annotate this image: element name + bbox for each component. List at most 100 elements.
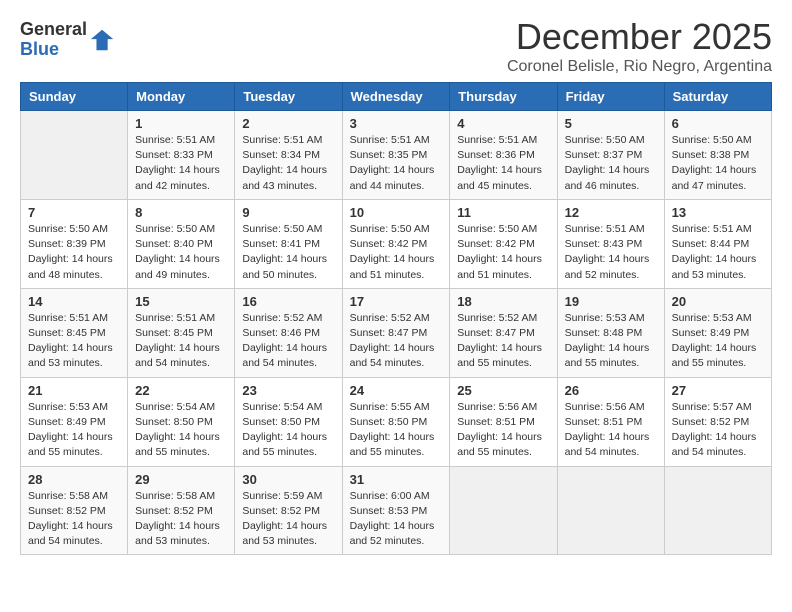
- calendar-cell: 5Sunrise: 5:50 AM Sunset: 8:37 PM Daylig…: [557, 111, 664, 200]
- calendar-cell: 9 Sunrise: 5:50 AM Sunset: 8:41 PM Daylig…: [235, 199, 342, 288]
- day-content: Sunrise: 5:51 AM Sunset: 8:35 PM Dayligh…: [350, 133, 443, 194]
- day-number: 20: [672, 294, 764, 309]
- calendar-cell: 12 Sunrise: 5:51 AM Sunset: 8:43 PM Dayli…: [557, 199, 664, 288]
- day-content: Sunrise: 5:50 AM Sunset: 8:38 PM Dayligh…: [672, 133, 764, 194]
- calendar-cell: 10 Sunrise: 5:50 AM Sunset: 8:42 PM Dayli…: [342, 199, 450, 288]
- day-number: 27: [672, 383, 764, 398]
- day-content: Sunrise: 5:58 AM Sunset: 8:52 PM Dayligh…: [28, 489, 120, 550]
- calendar-cell: 25Sunrise: 5:56 AM Sunset: 8:51 PM Dayli…: [450, 377, 557, 466]
- day-number: 29: [135, 472, 227, 487]
- weekday-header: Tuesday: [235, 83, 342, 111]
- day-content: Sunrise: 5:50 AM Sunset: 8:41 PM Dayligh…: [242, 222, 334, 283]
- logo-general: General: [20, 20, 87, 40]
- calendar-cell: 24Sunrise: 5:55 AM Sunset: 8:50 PM Dayli…: [342, 377, 450, 466]
- calendar-cell: [450, 466, 557, 555]
- calendar-cell: 30 Sunrise: 5:59 AM Sunset: 8:52 PM Dayli…: [235, 466, 342, 555]
- day-content: Sunrise: 5:53 AM Sunset: 8:49 PM Dayligh…: [28, 400, 120, 461]
- day-number: 14: [28, 294, 120, 309]
- day-content: Sunrise: 5:53 AM Sunset: 8:48 PM Dayligh…: [565, 311, 657, 372]
- day-content: Sunrise: 5:52 AM Sunset: 8:46 PM Dayligh…: [242, 311, 334, 372]
- subtitle: Coronel Belisle, Rio Negro, Argentina: [507, 58, 772, 76]
- day-content: Sunrise: 5:50 AM Sunset: 8:39 PM Dayligh…: [28, 222, 120, 283]
- day-content: Sunrise: 5:51 AM Sunset: 8:45 PM Dayligh…: [28, 311, 120, 372]
- day-number: 19: [565, 294, 657, 309]
- day-number: 21: [28, 383, 120, 398]
- calendar-cell: 26 Sunrise: 5:56 AM Sunset: 8:51 PM Dayli…: [557, 377, 664, 466]
- calendar-cell: 2 Sunrise: 5:51 AM Sunset: 8:34 PM Daylig…: [235, 111, 342, 200]
- day-number: 23: [242, 383, 334, 398]
- calendar-cell: 3 Sunrise: 5:51 AM Sunset: 8:35 PM Daylig…: [342, 111, 450, 200]
- day-content: Sunrise: 5:51 AM Sunset: 8:34 PM Dayligh…: [242, 133, 334, 194]
- day-number: 2: [242, 116, 334, 131]
- weekday-header: Saturday: [664, 83, 771, 111]
- day-number: 17: [350, 294, 443, 309]
- calendar-week-row: 21 Sunrise: 5:53 AM Sunset: 8:49 PM Dayli…: [21, 377, 772, 466]
- day-number: 10: [350, 205, 443, 220]
- day-content: Sunrise: 5:53 AM Sunset: 8:49 PM Dayligh…: [672, 311, 764, 372]
- weekday-header: Sunday: [21, 83, 128, 111]
- weekday-header: Thursday: [450, 83, 557, 111]
- weekday-header: Friday: [557, 83, 664, 111]
- day-content: Sunrise: 6:00 AM Sunset: 8:53 PM Dayligh…: [350, 489, 443, 550]
- day-content: Sunrise: 5:51 AM Sunset: 8:44 PM Dayligh…: [672, 222, 764, 283]
- calendar-cell: 28 Sunrise: 5:58 AM Sunset: 8:52 PM Dayli…: [21, 466, 128, 555]
- day-content: Sunrise: 5:52 AM Sunset: 8:47 PM Dayligh…: [457, 311, 549, 372]
- calendar-cell: 21 Sunrise: 5:53 AM Sunset: 8:49 PM Dayli…: [21, 377, 128, 466]
- calendar-cell: 27 Sunrise: 5:57 AM Sunset: 8:52 PM Dayli…: [664, 377, 771, 466]
- day-content: Sunrise: 5:50 AM Sunset: 8:42 PM Dayligh…: [457, 222, 549, 283]
- calendar-cell: 16 Sunrise: 5:52 AM Sunset: 8:46 PM Dayli…: [235, 288, 342, 377]
- day-number: 24: [350, 383, 443, 398]
- day-number: 28: [28, 472, 120, 487]
- day-number: 3: [350, 116, 443, 131]
- day-content: Sunrise: 5:54 AM Sunset: 8:50 PM Dayligh…: [242, 400, 334, 461]
- day-number: 6: [672, 116, 764, 131]
- calendar-header-row: SundayMondayTuesdayWednesdayThursdayFrid…: [21, 83, 772, 111]
- calendar-week-row: 7 Sunrise: 5:50 AM Sunset: 8:39 PM Daylig…: [21, 199, 772, 288]
- day-number: 9: [242, 205, 334, 220]
- day-number: 4: [457, 116, 549, 131]
- day-number: 26: [565, 383, 657, 398]
- day-number: 11: [457, 205, 549, 220]
- day-number: 12: [565, 205, 657, 220]
- day-number: 13: [672, 205, 764, 220]
- header: General Blue December 2025 Coronel Belis…: [20, 16, 772, 76]
- day-content: Sunrise: 5:51 AM Sunset: 8:43 PM Dayligh…: [565, 222, 657, 283]
- day-number: 15: [135, 294, 227, 309]
- calendar-cell: 4 Sunrise: 5:51 AM Sunset: 8:36 PM Daylig…: [450, 111, 557, 200]
- weekday-header: Wednesday: [342, 83, 450, 111]
- day-number: 22: [135, 383, 227, 398]
- calendar-cell: 20 Sunrise: 5:53 AM Sunset: 8:49 PM Dayli…: [664, 288, 771, 377]
- calendar-cell: 31Sunrise: 6:00 AM Sunset: 8:53 PM Dayli…: [342, 466, 450, 555]
- day-content: Sunrise: 5:52 AM Sunset: 8:47 PM Dayligh…: [350, 311, 443, 372]
- calendar-body: 1Sunrise: 5:51 AM Sunset: 8:33 PM Daylig…: [21, 111, 772, 555]
- title-block: December 2025 Coronel Belisle, Rio Negro…: [507, 16, 772, 76]
- day-number: 30: [242, 472, 334, 487]
- day-number: 7: [28, 205, 120, 220]
- calendar-cell: 8Sunrise: 5:50 AM Sunset: 8:40 PM Daylig…: [128, 199, 235, 288]
- month-title: December 2025: [507, 16, 772, 58]
- day-number: 1: [135, 116, 227, 131]
- day-content: Sunrise: 5:59 AM Sunset: 8:52 PM Dayligh…: [242, 489, 334, 550]
- calendar-cell: 11 Sunrise: 5:50 AM Sunset: 8:42 PM Dayli…: [450, 199, 557, 288]
- day-content: Sunrise: 5:51 AM Sunset: 8:36 PM Dayligh…: [457, 133, 549, 194]
- calendar-week-row: 14 Sunrise: 5:51 AM Sunset: 8:45 PM Dayli…: [21, 288, 772, 377]
- calendar-cell: 13 Sunrise: 5:51 AM Sunset: 8:44 PM Dayli…: [664, 199, 771, 288]
- day-content: Sunrise: 5:57 AM Sunset: 8:52 PM Dayligh…: [672, 400, 764, 461]
- day-content: Sunrise: 5:54 AM Sunset: 8:50 PM Dayligh…: [135, 400, 227, 461]
- day-content: Sunrise: 5:58 AM Sunset: 8:52 PM Dayligh…: [135, 489, 227, 550]
- calendar-cell: [557, 466, 664, 555]
- calendar-cell: 14 Sunrise: 5:51 AM Sunset: 8:45 PM Dayli…: [21, 288, 128, 377]
- day-content: Sunrise: 5:51 AM Sunset: 8:45 PM Dayligh…: [135, 311, 227, 372]
- day-content: Sunrise: 5:56 AM Sunset: 8:51 PM Dayligh…: [565, 400, 657, 461]
- logo: General Blue: [20, 20, 117, 60]
- day-content: Sunrise: 5:56 AM Sunset: 8:51 PM Dayligh…: [457, 400, 549, 461]
- day-content: Sunrise: 5:50 AM Sunset: 8:37 PM Dayligh…: [565, 133, 657, 194]
- day-number: 16: [242, 294, 334, 309]
- calendar-cell: 7 Sunrise: 5:50 AM Sunset: 8:39 PM Daylig…: [21, 199, 128, 288]
- day-number: 18: [457, 294, 549, 309]
- logo-blue: Blue: [20, 40, 87, 60]
- day-content: Sunrise: 5:50 AM Sunset: 8:42 PM Dayligh…: [350, 222, 443, 283]
- calendar-cell: [21, 111, 128, 200]
- calendar-cell: 6 Sunrise: 5:50 AM Sunset: 8:38 PM Daylig…: [664, 111, 771, 200]
- calendar-week-row: 28 Sunrise: 5:58 AM Sunset: 8:52 PM Dayli…: [21, 466, 772, 555]
